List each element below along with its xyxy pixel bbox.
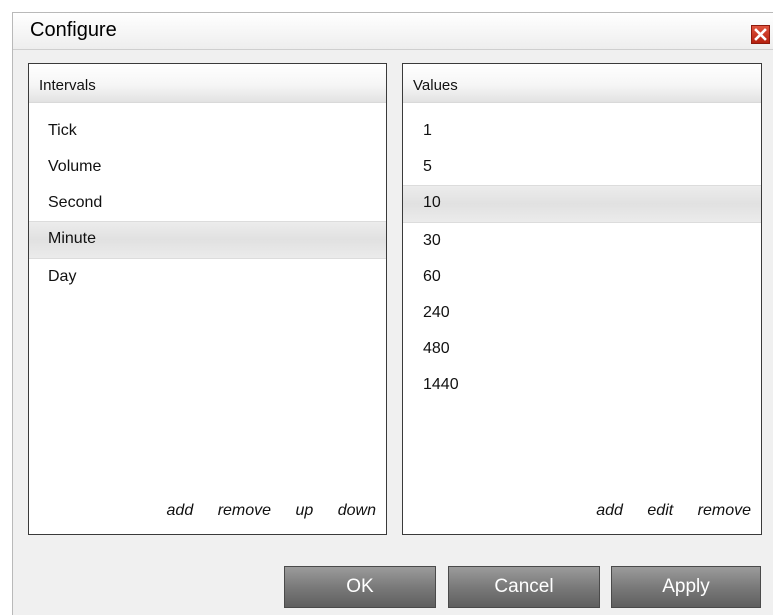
interval-item-minute[interactable]: Minute xyxy=(29,221,386,259)
values-header-label: Values xyxy=(413,77,458,94)
apply-button[interactable]: Apply xyxy=(611,566,761,608)
values-add-link[interactable]: add xyxy=(596,502,623,519)
intervals-header-label: Intervals xyxy=(39,77,96,94)
values-list: 1 5 10 30 60 240 480 1440 xyxy=(403,113,761,403)
value-item[interactable]: 1 xyxy=(403,113,761,149)
value-item[interactable]: 5 xyxy=(403,149,761,185)
values-panel: Values 1 5 10 30 60 240 480 1440 add edi… xyxy=(402,63,762,535)
intervals-down-link[interactable]: down xyxy=(338,502,376,519)
ok-button[interactable]: OK xyxy=(284,566,436,608)
dialog-title: Configure xyxy=(30,19,117,41)
interval-item-second[interactable]: Second xyxy=(29,185,386,221)
intervals-up-link[interactable]: up xyxy=(296,502,314,519)
intervals-panel: Intervals Tick Volume Second Minute Day … xyxy=(28,63,387,535)
value-item[interactable]: 30 xyxy=(403,223,761,259)
configure-dialog: Configure Intervals Tick Volume Second M… xyxy=(12,12,773,615)
value-item-selected[interactable]: 10 xyxy=(403,185,761,223)
value-item[interactable]: 240 xyxy=(403,295,761,331)
title-bar: Configure xyxy=(13,13,773,50)
intervals-actions: add remove up down xyxy=(167,502,376,520)
interval-item-volume[interactable]: Volume xyxy=(29,149,386,185)
intervals-remove-link[interactable]: remove xyxy=(218,502,271,519)
values-actions: add edit remove xyxy=(596,502,751,520)
value-item[interactable]: 60 xyxy=(403,259,761,295)
values-edit-link[interactable]: edit xyxy=(647,502,673,519)
interval-item-day[interactable]: Day xyxy=(29,259,386,295)
value-item[interactable]: 1440 xyxy=(403,367,761,403)
values-remove-link[interactable]: remove xyxy=(698,502,751,519)
intervals-header: Intervals xyxy=(29,64,386,103)
values-header: Values xyxy=(403,64,761,103)
close-button[interactable] xyxy=(751,25,770,44)
intervals-add-link[interactable]: add xyxy=(167,502,194,519)
close-icon xyxy=(754,28,767,41)
cancel-button[interactable]: Cancel xyxy=(448,566,600,608)
intervals-list: Tick Volume Second Minute Day xyxy=(29,113,386,295)
value-item[interactable]: 480 xyxy=(403,331,761,367)
interval-item-tick[interactable]: Tick xyxy=(29,113,386,149)
